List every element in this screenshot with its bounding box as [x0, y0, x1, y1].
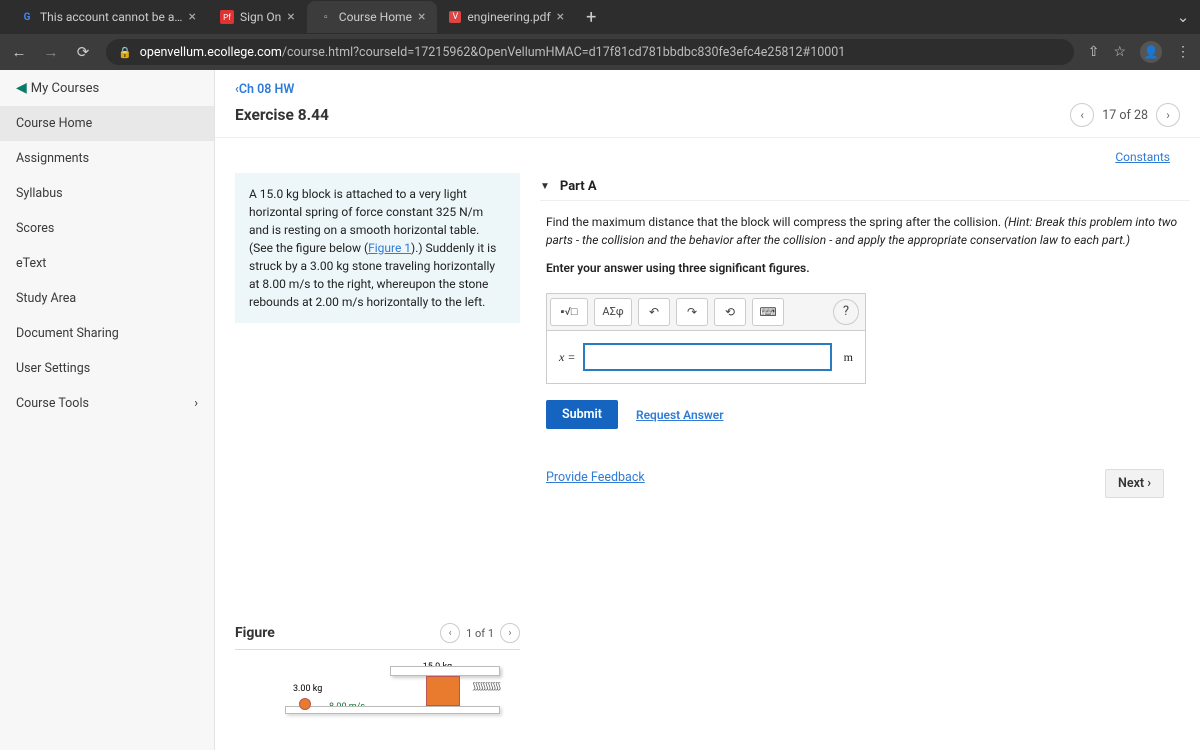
sidebar: ◀My Courses Course Home Assignments Syll…: [0, 70, 215, 750]
templates-button[interactable]: ▪√□: [550, 298, 588, 326]
sidebar-item-etext[interactable]: eText: [0, 246, 214, 281]
star-icon[interactable]: ☆: [1113, 44, 1126, 60]
pdf-favicon: V: [449, 11, 461, 23]
collapse-icon[interactable]: ▼: [540, 181, 550, 192]
back-to-chapter-link[interactable]: ‹Ch 08 HW: [235, 82, 1180, 97]
google-favicon: G: [20, 10, 34, 24]
constants-link[interactable]: Constants: [1115, 150, 1170, 164]
chevron-down-icon[interactable]: ⌄: [1174, 8, 1192, 26]
part-title: Part A: [560, 179, 597, 194]
lock-icon: 🔒: [118, 46, 132, 59]
back-caret-icon: ◀: [16, 80, 27, 96]
new-tab-button[interactable]: +: [576, 7, 606, 28]
exercise-title: Exercise 8.44: [235, 106, 329, 124]
chevron-right-icon: ›: [194, 396, 198, 411]
browser-tab[interactable]: G This account cannot be access ×: [8, 1, 208, 33]
instruction-text: Enter your answer using three significan…: [546, 259, 1184, 277]
sidebar-item-document-sharing[interactable]: Document Sharing: [0, 316, 214, 351]
sidebar-item-study-area[interactable]: Study Area: [0, 281, 214, 316]
sidebar-item-user-settings[interactable]: User Settings: [0, 351, 214, 386]
close-icon[interactable]: ×: [557, 9, 564, 25]
page-favicon: ▫: [319, 10, 333, 24]
tab-title: Course Home: [339, 10, 412, 24]
tab-title: engineering.pdf: [467, 10, 550, 24]
sidebar-item-course-home[interactable]: Course Home: [0, 106, 214, 141]
figure-diagram: 15.0 kg ⟆⟆⟆⟆⟆⟆⟆⟆⟆⟆⟆ 3.00 kg 8.00 m/s: [235, 666, 520, 726]
request-answer-link[interactable]: Request Answer: [636, 406, 724, 424]
sidebar-item-assignments[interactable]: Assignments: [0, 141, 214, 176]
profile-icon[interactable]: 👤: [1140, 41, 1162, 63]
redo-button[interactable]: ↷: [676, 298, 708, 326]
sidebar-item-syllabus[interactable]: Syllabus: [0, 176, 214, 211]
address-bar: ← → ⟳ 🔒 openvellum.ecollege.com/course.h…: [0, 34, 1200, 70]
greek-button[interactable]: ΑΣφ: [594, 298, 632, 326]
figure-link[interactable]: Figure 1: [368, 241, 411, 255]
sidebar-item-scores[interactable]: Scores: [0, 211, 214, 246]
answer-input[interactable]: [583, 343, 831, 371]
figure-title: Figure: [235, 625, 275, 641]
keyboard-button[interactable]: ⌨: [752, 298, 784, 326]
next-button[interactable]: Next ›: [1105, 469, 1164, 498]
figure-position: 1 of 1: [466, 627, 494, 640]
reload-button[interactable]: ⟳: [74, 43, 92, 61]
back-button[interactable]: ←: [10, 43, 28, 61]
answer-widget: ▪√□ ΑΣφ ↶ ↷ ⟲ ⌨ ? x = m: [546, 293, 866, 384]
help-button[interactable]: ?: [833, 299, 859, 325]
browser-tab-active[interactable]: ▫ Course Home ×: [307, 1, 438, 33]
tab-title: This account cannot be access: [40, 10, 183, 24]
variable-label: x =: [559, 348, 575, 366]
close-icon[interactable]: ×: [418, 9, 425, 25]
tab-title: Sign On: [240, 10, 281, 24]
submit-button[interactable]: Submit: [546, 400, 618, 429]
undo-button[interactable]: ↶: [638, 298, 670, 326]
tab-strip: G This account cannot be access × Pf Sig…: [0, 0, 1200, 34]
stone-mass-label: 3.00 kg: [293, 684, 322, 694]
url-text: openvellum.ecollege.com/course.html?cour…: [140, 45, 1062, 60]
pf-favicon: Pf: [220, 10, 234, 24]
menu-icon[interactable]: ⋮: [1176, 44, 1190, 60]
forward-button[interactable]: →: [42, 43, 60, 61]
next-exercise-button[interactable]: ›: [1156, 103, 1180, 127]
prev-exercise-button[interactable]: ‹: [1070, 103, 1094, 127]
exercise-position: 17 of 28: [1102, 108, 1148, 123]
unit-label: m: [840, 348, 853, 366]
close-icon[interactable]: ×: [287, 9, 294, 25]
sidebar-item-my-courses[interactable]: ◀My Courses: [0, 70, 214, 106]
reset-button[interactable]: ⟲: [714, 298, 746, 326]
browser-tab[interactable]: Pf Sign On ×: [208, 1, 307, 33]
question-text: Find the maximum distance that the block…: [546, 215, 1001, 229]
sidebar-item-course-tools[interactable]: Course Tools›: [0, 386, 214, 421]
provide-feedback-link[interactable]: Provide Feedback: [546, 469, 645, 498]
close-icon[interactable]: ×: [189, 9, 196, 25]
next-figure-button[interactable]: ›: [500, 623, 520, 643]
browser-tab[interactable]: V engineering.pdf ×: [437, 1, 576, 33]
share-icon[interactable]: ⇧: [1088, 44, 1100, 60]
prev-figure-button[interactable]: ‹: [440, 623, 460, 643]
problem-statement: A 15.0 kg block is attached to a very li…: [235, 173, 520, 323]
url-input[interactable]: 🔒 openvellum.ecollege.com/course.html?co…: [106, 39, 1074, 65]
